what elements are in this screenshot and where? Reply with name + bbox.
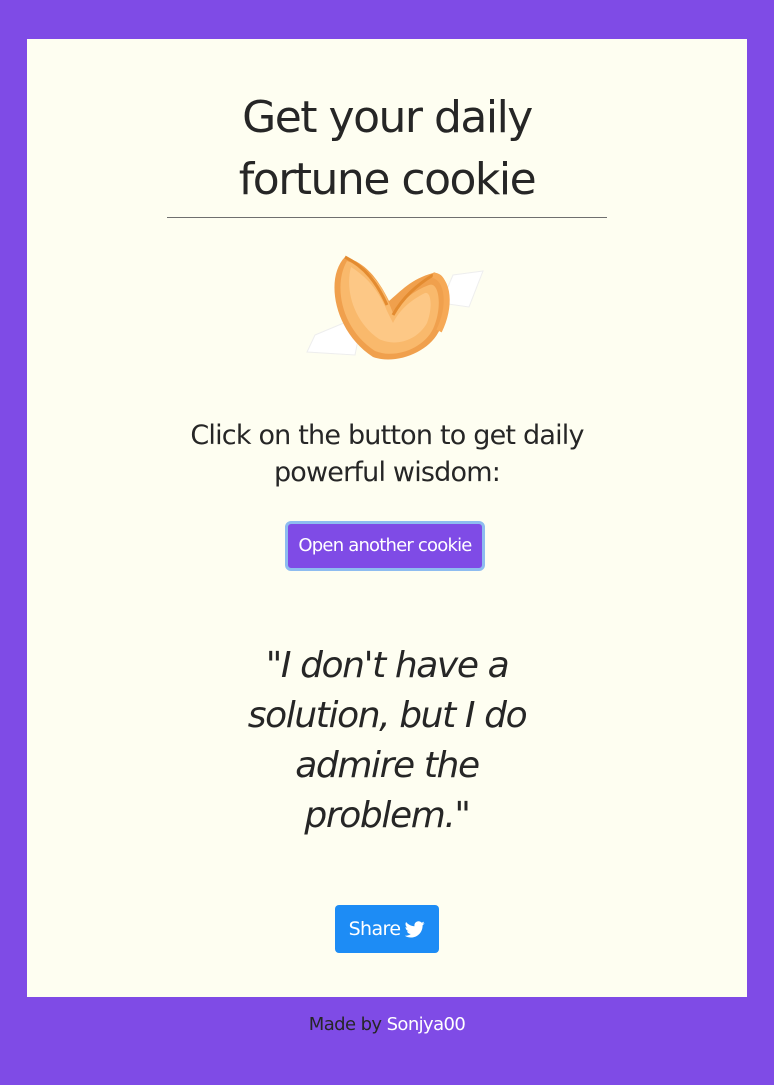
fortune-quote: "I don't have a solution, but I do admir… [247, 645, 528, 836]
fortune-cookie-icon [306, 255, 484, 360]
title-divider [167, 217, 607, 218]
twitter-bird-icon [405, 920, 426, 937]
share-button-label: Share [348, 918, 401, 940]
page-footer: Made by Sonjya00 [0, 1014, 774, 1035]
footer-prefix: Made by [308, 1014, 387, 1035]
page-title: Get your daily fortune cookie [238, 92, 537, 205]
author-link[interactable]: Sonjya00 [387, 1014, 466, 1035]
share-button[interactable]: Share [335, 905, 439, 953]
instructions-text: Click on the button to get daily powerfu… [190, 420, 584, 488]
fortune-card: Get your daily fortune cookie Click on t… [27, 39, 747, 997]
open-another-cookie-button[interactable]: Open another cookie [285, 521, 485, 571]
